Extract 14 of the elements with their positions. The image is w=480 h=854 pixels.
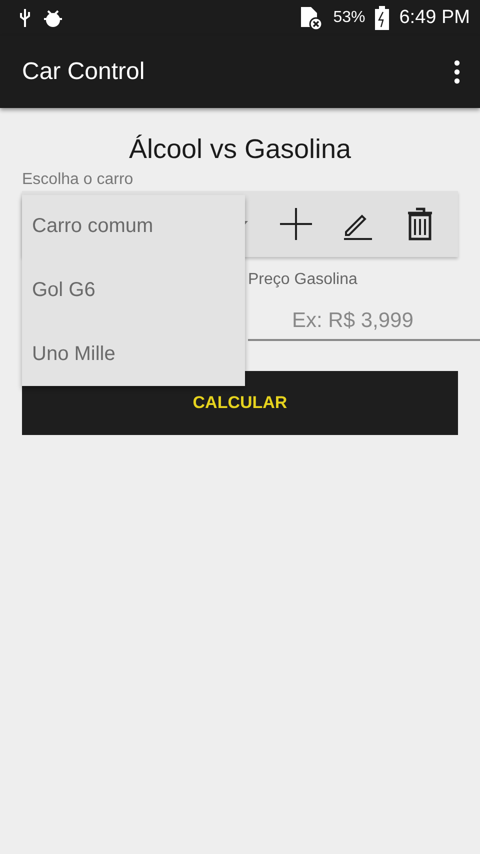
clock: 6:49 PM bbox=[399, 7, 470, 29]
usb-icon bbox=[18, 8, 32, 28]
page-heading: Álcool vs Gasolina bbox=[128, 134, 352, 165]
battery-charging-icon bbox=[375, 6, 390, 30]
app-title: Car Control bbox=[22, 58, 146, 86]
gas-price-field[interactable]: Ex: R$ 3,999 bbox=[248, 303, 480, 341]
battery-percent: 53% bbox=[333, 9, 366, 27]
sim-error-icon bbox=[299, 5, 324, 31]
car-label: Escolha o carro bbox=[22, 171, 134, 189]
gas-price-label: Preço Gasolina bbox=[248, 271, 358, 289]
bug-icon bbox=[42, 8, 64, 28]
car-option[interactable]: Carro comum bbox=[22, 195, 245, 259]
more-icon[interactable] bbox=[454, 60, 460, 84]
car-option[interactable]: Gol G6 bbox=[22, 258, 245, 322]
